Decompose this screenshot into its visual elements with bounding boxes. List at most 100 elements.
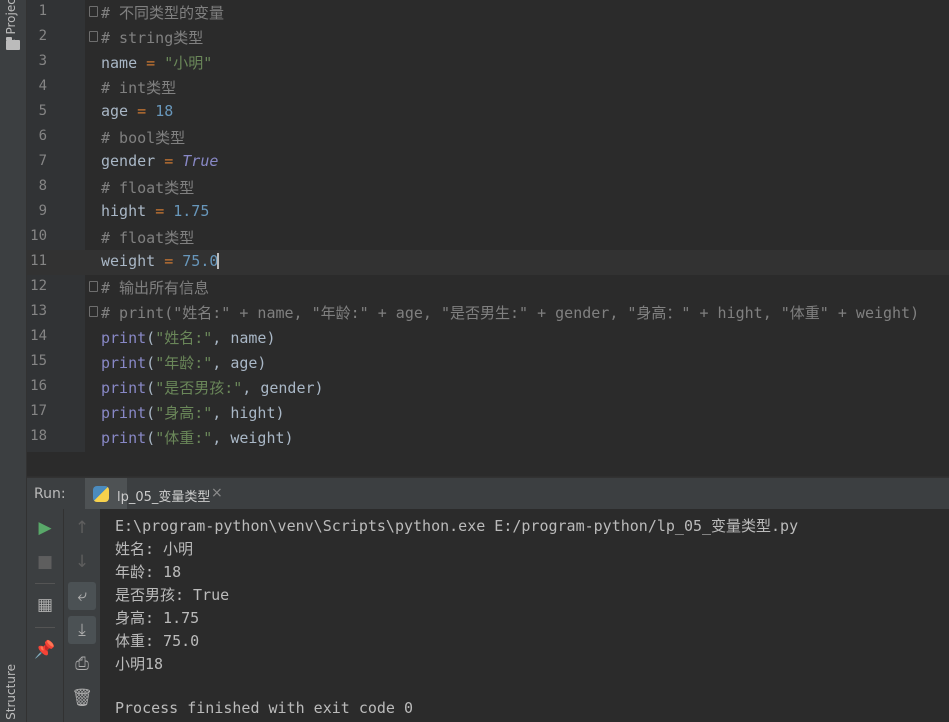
editor-bottom-area — [27, 452, 949, 477]
code-token: ( — [146, 429, 156, 447]
code-line[interactable]: 2 # string类型 — [27, 25, 949, 50]
rerun-button[interactable]: ▶ — [31, 514, 59, 542]
code-line[interactable]: 6 # bool类型 — [27, 125, 949, 150]
code-token: # string类型 — [101, 29, 204, 47]
code-text: # float类型 — [101, 227, 194, 248]
clear-all-button[interactable]: 🗑 — [68, 684, 96, 712]
code-text: # 输出所有信息 — [101, 277, 209, 298]
code-token: print — [101, 329, 147, 347]
code-text: print("是否男孩:", gender) — [101, 377, 324, 398]
code-line[interactable]: 15 print("年龄:", age) — [27, 350, 949, 375]
code-token: "小明" — [164, 54, 213, 72]
code-token: ( — [146, 379, 156, 397]
code-token: 18 — [155, 102, 174, 120]
code-token: 75.0 — [182, 252, 219, 270]
code-line[interactable]: 9 hight = 1.75 — [27, 200, 949, 225]
print-button[interactable]: ⎙ — [68, 650, 96, 678]
code-line[interactable]: 10 # float类型 — [27, 225, 949, 250]
code-line[interactable]: 3 name = "小明" — [27, 50, 949, 75]
fold-icon[interactable] — [89, 306, 98, 317]
code-token: , name) — [212, 329, 276, 347]
line-number: 1 — [38, 3, 47, 19]
console-line: Process finished with exit code 0 — [115, 699, 414, 717]
run-console-output[interactable]: E:\program-python\venv\Scripts\python.ex… — [101, 509, 949, 722]
line-number: 2 — [38, 28, 47, 44]
up-button[interactable]: ↑ — [68, 514, 96, 542]
code-token: # float类型 — [101, 179, 195, 197]
code-token: # int类型 — [101, 79, 177, 97]
close-tab-icon[interactable]: × — [211, 485, 223, 501]
line-number: 13 — [30, 303, 47, 319]
console-line: 身高: 1.75 — [115, 609, 200, 627]
code-line[interactable]: 12 # 输出所有信息 — [27, 275, 949, 300]
console-line: 年龄: 18 — [115, 563, 182, 581]
line-number: 11 — [30, 253, 47, 269]
code-token: # bool类型 — [101, 129, 186, 147]
fold-icon[interactable] — [89, 6, 98, 17]
restore-layout-button[interactable]: ▦ — [31, 591, 59, 619]
code-token: "身高:" — [155, 404, 213, 422]
code-text: print("身高:", hight) — [101, 402, 285, 423]
code-line[interactable]: 17 print("身高:", hight) — [27, 400, 949, 425]
console-line: 是否男孩: True — [115, 586, 230, 604]
code-token: print — [101, 404, 147, 422]
code-line[interactable]: 4 # int类型 — [27, 75, 949, 100]
code-line[interactable]: 18 print("体重:", weight) — [27, 425, 949, 450]
arrow-up-icon: ↑ — [74, 518, 90, 538]
code-text: print("体重:", weight) — [101, 427, 294, 448]
line-number: 18 — [30, 428, 47, 444]
code-token: = — [164, 252, 183, 270]
code-token: , age) — [212, 354, 267, 372]
fold-icon[interactable] — [89, 281, 98, 292]
console-line: 体重: 75.0 — [115, 632, 200, 650]
pin-tab-button[interactable]: 📌 — [31, 636, 59, 664]
code-token: hight — [101, 202, 156, 220]
down-button[interactable]: ↓ — [68, 548, 96, 576]
line-number: 17 — [30, 403, 47, 419]
code-text: weight = 75.0 — [101, 252, 220, 270]
code-text: # float类型 — [101, 177, 194, 198]
code-token: "体重:" — [155, 429, 213, 447]
line-number: 6 — [38, 128, 47, 144]
code-token: name — [101, 54, 147, 72]
code-line[interactable]: 11 weight = 75.0 — [27, 250, 949, 275]
code-line[interactable]: 5 age = 18 — [27, 100, 949, 125]
play-icon: ▶ — [38, 518, 52, 538]
code-token: # 不同类型的变量 — [101, 4, 225, 22]
pin-icon: 📌 — [34, 640, 56, 660]
stop-button[interactable]: ■ — [31, 548, 59, 576]
code-editor[interactable]: 1 # 不同类型的变量 2 # string类型 3 name = "小明" 4 # int类… — [27, 0, 949, 452]
code-token: True — [182, 152, 219, 170]
code-line[interactable]: 8 # float类型 — [27, 175, 949, 200]
code-text: # bool类型 — [101, 127, 185, 148]
code-line[interactable]: 16 print("是否男孩:", gender) — [27, 375, 949, 400]
code-token: "是否男孩:" — [155, 379, 243, 397]
code-line[interactable]: 1 # 不同类型的变量 — [27, 0, 949, 25]
console-line: 姓名: 小明 — [115, 540, 194, 558]
code-token: ( — [146, 404, 156, 422]
line-number: 7 — [38, 153, 47, 169]
code-token: gender — [101, 152, 165, 170]
console-command-line: E:\program-python\venv\Scripts\python.ex… — [115, 517, 799, 535]
code-token: = — [155, 202, 174, 220]
code-line[interactable]: 14 print("姓名:", name) — [27, 325, 949, 350]
code-line[interactable]: 13 # print("姓名:" + name, "年龄:" + age, "是否… — [27, 300, 949, 325]
scroll-to-end-button[interactable]: ⤓ — [68, 616, 96, 644]
structure-tool-tab[interactable]: Structure — [4, 664, 18, 720]
line-number: 15 — [30, 353, 47, 369]
code-token: "姓名:" — [155, 329, 213, 347]
run-config-tab[interactable]: lp_05_变量类型 × — [85, 478, 223, 510]
soft-wrap-button[interactable]: ⤶ — [68, 582, 96, 610]
line-number: 4 — [38, 78, 47, 94]
print-icon: ⎙ — [75, 654, 89, 674]
fold-icon[interactable] — [89, 31, 98, 42]
code-token: ( — [146, 354, 156, 372]
code-token: print — [101, 379, 147, 397]
code-line[interactable]: 7 gender = True — [27, 150, 949, 175]
line-number: 3 — [38, 53, 47, 69]
code-token: print — [101, 354, 147, 372]
soft-wrap-icon: ⤶ — [77, 586, 87, 606]
run-toolbar-primary: ▶ ■ ▦ 📌 — [27, 509, 64, 722]
code-text: # string类型 — [101, 27, 203, 48]
console-line: 小明18 — [115, 655, 164, 673]
